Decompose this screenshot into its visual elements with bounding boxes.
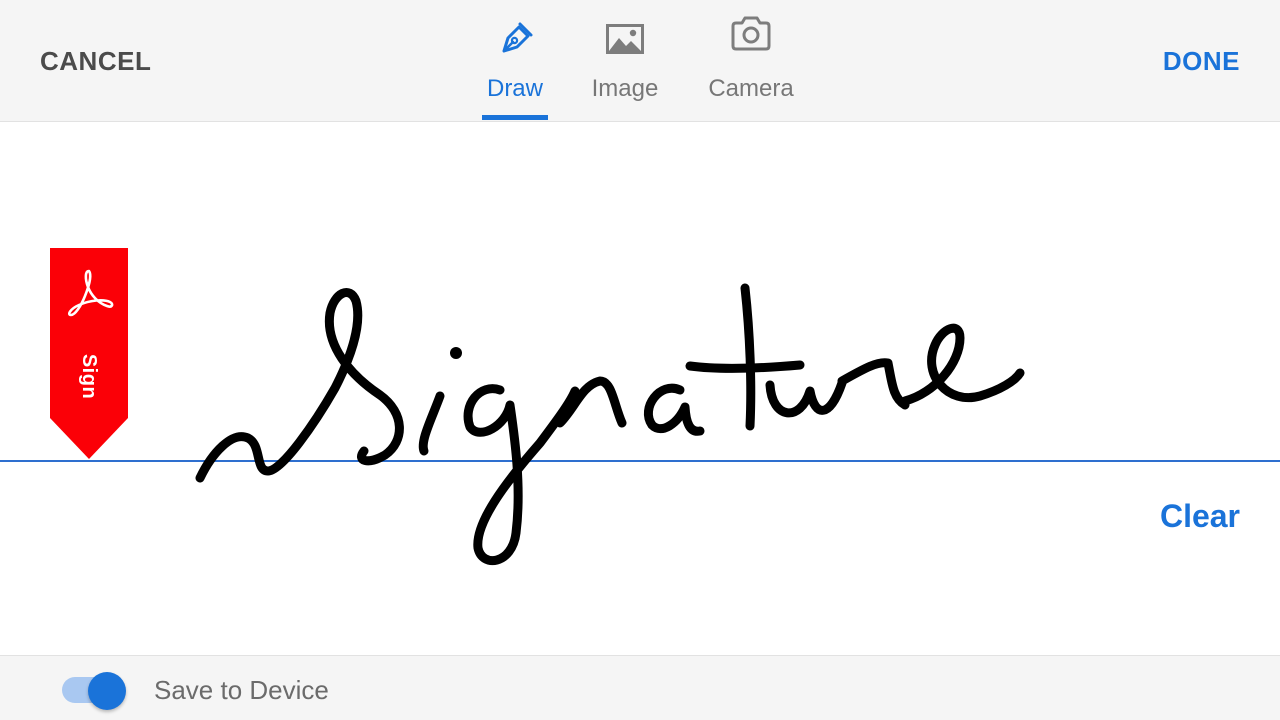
tab-camera[interactable]: Camera [706,0,796,122]
cancel-button[interactable]: CANCEL [40,44,151,78]
tab-camera-label: Camera [708,75,794,102]
camera-icon [729,14,773,59]
tab-draw-label: Draw [486,75,543,102]
done-button[interactable]: DONE [1163,44,1240,78]
tab-image-label: Image [591,75,659,102]
handwritten-signature [195,283,1025,566]
tab-draw[interactable]: Draw [482,0,548,122]
top-toolbar: CANCEL Draw Image Camera DONE [0,0,1280,122]
bottom-bar: Save to Device [0,655,1280,720]
save-to-device-toggle[interactable] [62,672,130,710]
pen-icon [495,18,535,63]
signature-dialog: CANCEL Draw Image Camera DONE Sign Clear… [0,0,1280,720]
active-tab-indicator [482,115,548,120]
toggle-thumb [88,672,126,710]
tab-image[interactable]: Image [588,0,662,122]
image-icon [604,18,646,63]
signature-canvas[interactable]: Sign Clear [0,123,1280,655]
clear-button[interactable]: Clear [1160,498,1240,534]
save-to-device-label: Save to Device [154,675,329,705]
